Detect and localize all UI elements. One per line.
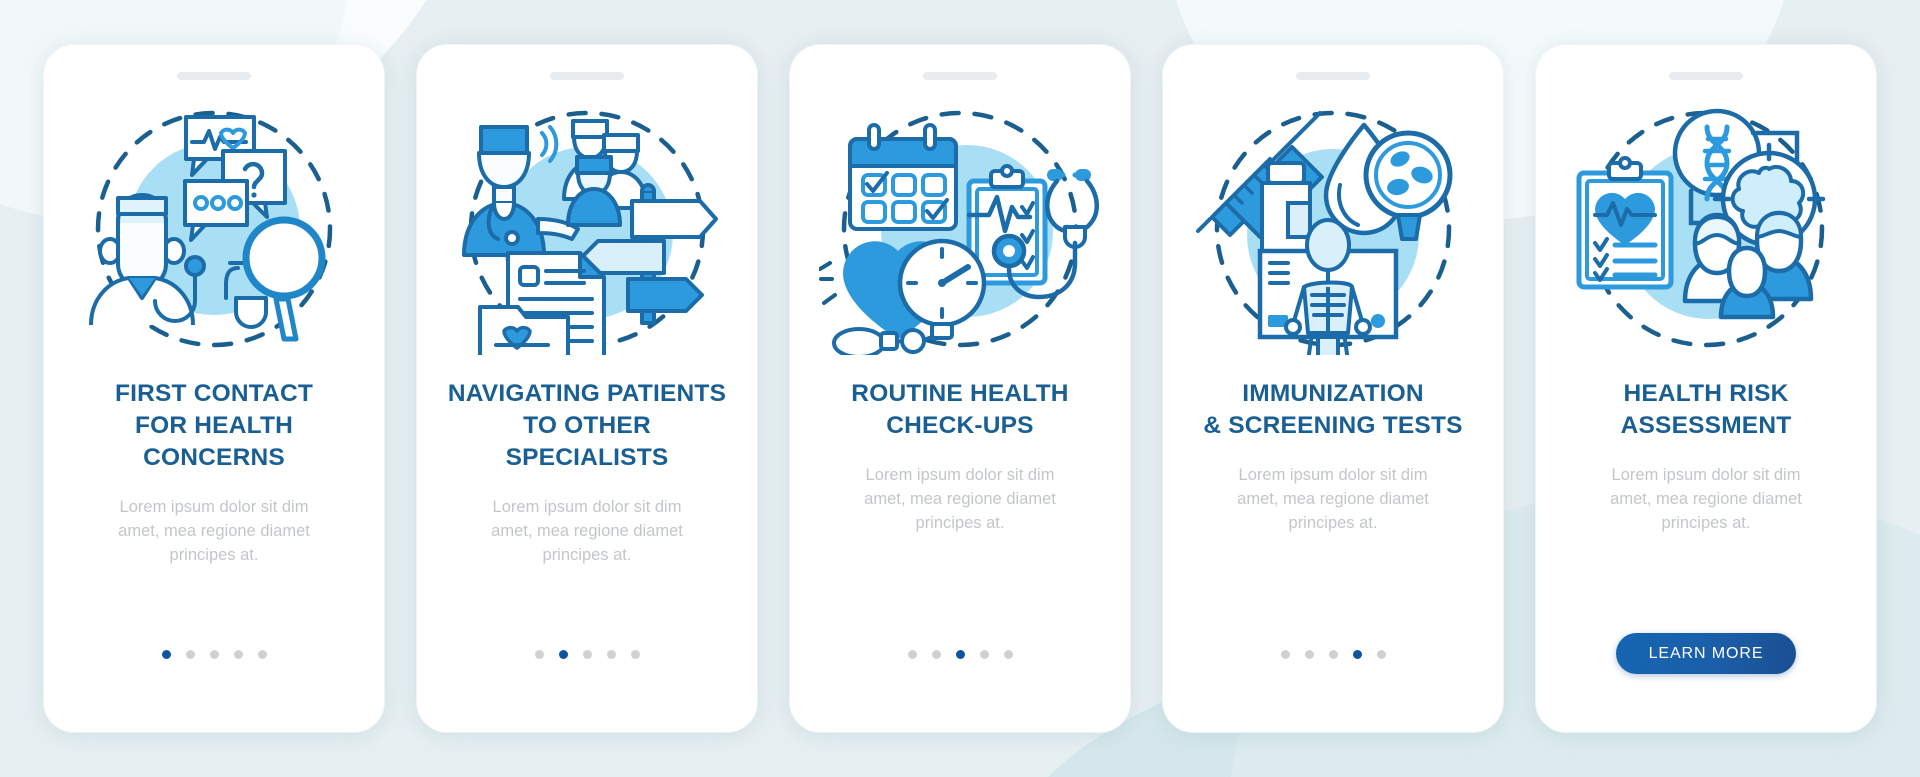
pagination-dot-5[interactable] — [1376, 649, 1386, 659]
illustration-immunization-screening — [1183, 98, 1483, 360]
screen-title: NAVIGATING PATIENTS TO OTHER SPECIALISTS — [447, 380, 727, 472]
screen-description: Lorem ipsum dolor sit dim amet, mea regi… — [118, 498, 310, 564]
pagination-dot-3[interactable] — [955, 649, 965, 659]
screen-footer: LEARN MORE — [1616, 633, 1796, 674]
pagination-dot-4[interactable] — [979, 649, 989, 659]
screen-description: Lorem ipsum dolor sit dim amet, mea regi… — [491, 498, 683, 564]
pagination-dot-2[interactable] — [185, 649, 195, 659]
screen-footer — [534, 634, 640, 674]
pagination-dot-5[interactable] — [1003, 649, 1013, 659]
pagination-dot-3[interactable] — [1328, 649, 1338, 659]
screen-title: FIRST CONTACT FOR HEALTH CONCERNS — [114, 380, 314, 472]
screen-title: HEALTH RISK ASSESSMENT — [1620, 380, 1792, 440]
illustration-navigating-patients — [437, 98, 737, 360]
screen-title: ROUTINE HEALTH CHECK-UPS — [851, 380, 1069, 440]
pagination-dot-4[interactable] — [233, 649, 243, 659]
onboarding-screens-row: FIRST CONTACT FOR HEALTH CONCERNS Lorem … — [0, 0, 1920, 777]
phone-speaker-bar — [923, 72, 997, 80]
pagination-dot-3[interactable] — [582, 649, 592, 659]
pagination-dot-4[interactable] — [606, 649, 616, 659]
screen-footer — [1280, 634, 1386, 674]
pagination-dot-5[interactable] — [630, 649, 640, 659]
screen-title: IMMUNIZATION & SCREENING TESTS — [1203, 380, 1463, 440]
screen-description: Lorem ipsum dolor sit dim amet, mea regi… — [1237, 466, 1429, 532]
screen-description: Lorem ipsum dolor sit dim amet, mea regi… — [1610, 466, 1802, 532]
pagination-dots[interactable] — [161, 649, 267, 659]
pagination-dots[interactable] — [1280, 649, 1386, 659]
phone-speaker-bar — [550, 72, 624, 80]
illustration-first-contact — [64, 98, 364, 360]
learn-more-button[interactable]: LEARN MORE — [1616, 633, 1796, 674]
phone-speaker-bar — [177, 72, 251, 80]
onboarding-screen-1[interactable]: FIRST CONTACT FOR HEALTH CONCERNS Lorem … — [44, 45, 384, 732]
pagination-dot-2[interactable] — [558, 649, 568, 659]
screen-footer — [907, 634, 1013, 674]
onboarding-screen-4[interactable]: IMMUNIZATION & SCREENING TESTS Lorem ips… — [1163, 45, 1503, 732]
onboarding-screen-5[interactable]: HEALTH RISK ASSESSMENT Lorem ipsum dolor… — [1536, 45, 1876, 732]
pagination-dot-2[interactable] — [931, 649, 941, 659]
phone-speaker-bar — [1296, 72, 1370, 80]
pagination-dot-1[interactable] — [161, 649, 171, 659]
pagination-dot-1[interactable] — [534, 649, 544, 659]
screen-description: Lorem ipsum dolor sit dim amet, mea regi… — [864, 466, 1056, 532]
pagination-dots[interactable] — [907, 649, 1013, 659]
illustration-routine-checkups — [810, 98, 1110, 360]
onboarding-screen-2[interactable]: NAVIGATING PATIENTS TO OTHER SPECIALISTS… — [417, 45, 757, 732]
onboarding-screen-3[interactable]: ROUTINE HEALTH CHECK-UPS Lorem ipsum dol… — [790, 45, 1130, 732]
screen-footer — [161, 634, 267, 674]
pagination-dot-3[interactable] — [209, 649, 219, 659]
illustration-health-risk-assessment — [1556, 98, 1856, 360]
phone-speaker-bar — [1669, 72, 1743, 80]
pagination-dot-1[interactable] — [1280, 649, 1290, 659]
pagination-dots[interactable] — [534, 649, 640, 659]
pagination-dot-5[interactable] — [257, 649, 267, 659]
pagination-dot-2[interactable] — [1304, 649, 1314, 659]
pagination-dot-1[interactable] — [907, 649, 917, 659]
pagination-dot-4[interactable] — [1352, 649, 1362, 659]
